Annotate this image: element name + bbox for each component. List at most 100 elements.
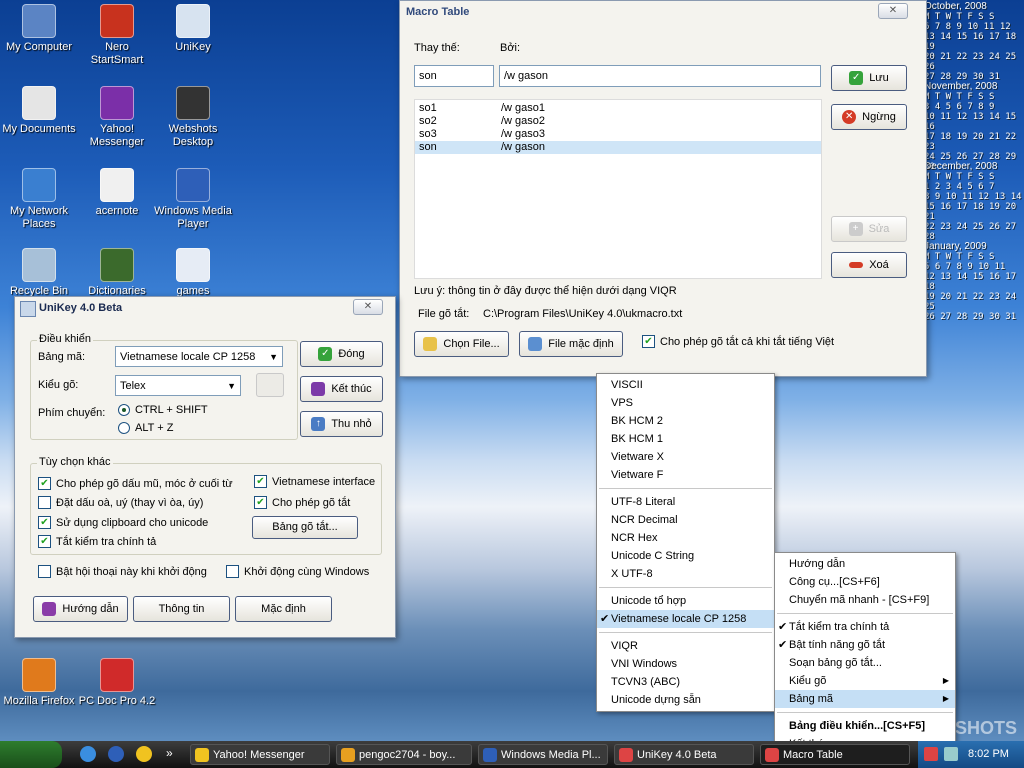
chevron-down-icon: ▼ — [269, 352, 278, 362]
charset-menu-item[interactable]: NCR Decimal — [597, 511, 774, 529]
charset-menu-item[interactable]: Unicode dựng sẵn — [597, 691, 774, 709]
option-clipboard-checkbox[interactable]: ✔ Sử dụng clipboard cho unicode — [38, 516, 208, 529]
charset-menu-item[interactable]: BK HCM 1 — [597, 430, 774, 448]
tray-network-icon[interactable] — [944, 747, 958, 761]
macro-row[interactable]: son/w gason — [415, 141, 821, 154]
tray-menu-item[interactable]: Bảng mã ▶ — [775, 690, 955, 708]
charset-menu-item[interactable]: VPS — [597, 394, 774, 412]
start-with-windows-checkbox[interactable]: Khởi động cùng Windows — [226, 565, 369, 578]
charset-menu-item[interactable]: TCVN3 (ABC) — [597, 673, 774, 691]
desktop-icon[interactable]: PC Doc Pro 4.2 — [78, 658, 156, 708]
default-file-button[interactable]: File mặc định — [519, 331, 623, 357]
taskbar-button[interactable]: UniKey 4.0 Beta — [614, 744, 754, 765]
unikey-titlebar[interactable]: UniKey 4.0 Beta — [15, 297, 395, 319]
delete-button[interactable]: Xoá — [831, 252, 907, 278]
calendar-week-row: 10 11 12 13 14 15 16 — [924, 112, 1017, 132]
help-button[interactable]: Hướng dẫn — [33, 596, 128, 622]
tray-menu-item[interactable]: Bảng điều khiển...[CS+F5] — [775, 717, 955, 735]
macro-close-button[interactable]: ✕ — [878, 3, 908, 19]
charset-menu-item[interactable]: Vietware F — [597, 466, 774, 484]
desktop-icon[interactable]: Nero StartSmart — [78, 4, 156, 67]
desktop-icon[interactable]: My Documents — [0, 86, 78, 136]
tray-menu-item[interactable]: ✔ Tắt kiểm tra chính tả — [775, 618, 955, 636]
desktop-icon[interactable]: Yahoo! Messenger — [78, 86, 156, 149]
replace-input[interactable]: son — [414, 65, 494, 87]
option-spellcheck-checkbox[interactable]: ✔ Tắt kiểm tra chính tả — [38, 535, 156, 548]
tray-menu-item[interactable]: Soạn bảng gõ tắt... — [775, 654, 955, 672]
default-button[interactable]: Mặc định — [235, 596, 332, 622]
switch-ctrl-shift-radio[interactable]: CTRL + SHIFT — [118, 404, 208, 416]
choose-file-button[interactable]: Chọn File... — [414, 331, 509, 357]
tray-menu-item[interactable]: Chuyển mã nhanh - [CS+F9] — [775, 591, 955, 609]
input-method-extra-button[interactable] — [256, 373, 284, 397]
desktop-icon[interactable]: Webshots Desktop — [154, 86, 232, 149]
desktop-icon[interactable]: Recycle Bin — [0, 248, 78, 298]
ie-icon[interactable] — [80, 746, 96, 762]
option-old-tone-checkbox[interactable]: Đặt dấu oà, uý (thay vì òa, úy) — [38, 496, 203, 509]
taskbar-button-label: Windows Media Pl... — [501, 749, 601, 761]
tray-unikey-icon[interactable] — [924, 747, 938, 761]
taskbar-button[interactable]: Macro Table — [760, 744, 910, 765]
desktop-icon[interactable]: acernote — [78, 168, 156, 218]
macro-row[interactable]: so3/w gaso3 — [415, 128, 821, 141]
option-macro-checkbox[interactable]: ✔ Cho phép gõ tắt — [254, 496, 350, 509]
taskbar-button[interactable]: Yahoo! Messenger — [190, 744, 330, 765]
tray-menu-item[interactable]: ✔ Bật tính năng gõ tắt — [775, 636, 955, 654]
messenger-icon[interactable] — [136, 746, 152, 762]
minimize-button[interactable]: ↑ Thu nhỏ — [300, 411, 383, 437]
desktop-icon[interactable]: UniKey — [154, 4, 232, 54]
charset-select[interactable]: Vietnamese locale CP 1258 ▼ — [115, 346, 283, 367]
desktop-icon[interactable]: Mozilla Firefox — [0, 658, 78, 708]
checkmark-icon: ✔ — [778, 621, 788, 633]
macro-table-button[interactable]: Bảng gõ tắt... — [252, 516, 358, 539]
by-input[interactable]: /w gason — [499, 65, 821, 87]
desktop-icon[interactable]: My Network Places — [0, 168, 78, 231]
charset-menu-item[interactable]: X UTF-8 — [597, 565, 774, 583]
desktop-icon[interactable]: Dictionaries — [78, 248, 156, 298]
switch-alt-z-radio[interactable]: ALT + Z — [118, 422, 173, 434]
start-button[interactable] — [0, 741, 62, 768]
stop-button[interactable]: ✕ Ngừng — [831, 104, 907, 130]
show-on-startup-checkbox[interactable]: Bật hội thoại này khi khởi động — [38, 565, 207, 578]
media-player-icon[interactable] — [108, 746, 124, 762]
option-vn-interface-checkbox[interactable]: ✔ Vietnamese interface — [254, 475, 375, 488]
unikey-close-button[interactable]: ✕ — [353, 299, 383, 315]
charset-menu-item[interactable]: BK HCM 2 — [597, 412, 774, 430]
app-icon — [100, 86, 134, 120]
edit-button[interactable]: + Sửa — [831, 216, 907, 242]
viqr-note: Lưu ý: thông tin ở đây được thể hiện dướ… — [414, 285, 677, 297]
taskbar-button[interactable]: pengoc2704 - boy... — [336, 744, 472, 765]
input-method-select[interactable]: Telex ▼ — [115, 375, 241, 396]
info-button[interactable]: Thông tin — [133, 596, 230, 622]
clock[interactable]: 8:02 PM — [968, 748, 1009, 760]
charset-menu-item[interactable]: VIQR — [597, 637, 774, 655]
close-button[interactable]: ✓ Đóng — [300, 341, 383, 367]
tray-menu-item[interactable]: Hướng dẫn — [775, 555, 955, 573]
macro-row[interactable]: so2/w gaso2 — [415, 115, 821, 128]
option-end-word-checkbox[interactable]: ✔ Cho phép gõ dấu mũ, móc ở cuối từ — [38, 477, 233, 490]
save-button[interactable]: ✓ Lưu — [831, 65, 907, 91]
allow-macro-off-checkbox[interactable]: ✔ Cho phép gõ tắt cả khi tắt tiếng Việt — [642, 335, 834, 348]
desktop-icon[interactable]: Windows Media Player — [154, 168, 232, 231]
stop-label: Ngừng — [862, 111, 896, 123]
calendar-week-row: 8 9 10 11 12 13 14 — [924, 192, 1022, 202]
desktop-icon[interactable]: games — [154, 248, 232, 298]
macro-list[interactable]: so1/w gaso1 so2/w gaso2 so3/w gaso3 son/w g… — [414, 99, 822, 279]
calendar-month: November, 2008 M T W T F S S3 4 5 6 7 8 9… — [924, 82, 1024, 173]
taskbar-button[interactable]: Windows Media Pl... — [478, 744, 608, 765]
macro-table-titlebar[interactable]: Macro Table — [400, 1, 926, 23]
charset-menu-item[interactable]: UTF-8 Literal — [597, 493, 774, 511]
charset-menu-item[interactable]: Unicode tổ hợp — [597, 592, 774, 610]
charset-menu-item[interactable]: NCR Hex — [597, 529, 774, 547]
quicklaunch-chevron[interactable]: » — [166, 746, 173, 760]
charset-menu-item[interactable]: Vietware X — [597, 448, 774, 466]
charset-menu-item[interactable]: ✔ Vietnamese locale CP 1258 — [597, 610, 774, 628]
charset-menu-item[interactable]: VNI Windows — [597, 655, 774, 673]
charset-menu-item[interactable]: Unicode C String — [597, 547, 774, 565]
macro-row[interactable]: so1/w gaso1 — [415, 102, 821, 115]
desktop-icon[interactable]: My Computer — [0, 4, 78, 54]
exit-button[interactable]: Kết thúc — [300, 376, 383, 402]
charset-menu-item[interactable]: VISCII — [597, 376, 774, 394]
tray-menu-item[interactable]: Công cụ...[CS+F6] — [775, 573, 955, 591]
tray-menu-item[interactable]: Kiểu gõ ▶ — [775, 672, 955, 690]
